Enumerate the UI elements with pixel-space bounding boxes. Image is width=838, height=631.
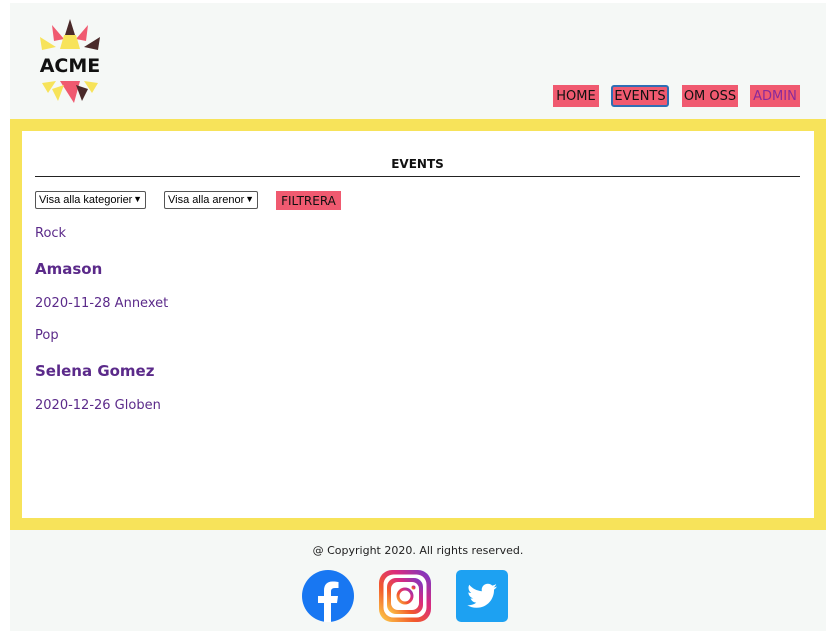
category-select-value: Visa alla kategorier xyxy=(39,194,133,206)
twitter-icon xyxy=(456,570,508,622)
page: ACME HOME EVENTS OM OSS ADMIN EVENTS Vis… xyxy=(10,3,826,631)
copyright-text: @ Copyright 2020. All rights reserved. xyxy=(312,544,524,557)
instagram-link[interactable] xyxy=(379,570,431,622)
nav-home-button[interactable]: HOME xyxy=(553,85,599,107)
svg-text:ACME: ACME xyxy=(40,55,101,77)
nav-om-oss-button[interactable]: OM OSS xyxy=(682,85,738,107)
page-title: EVENTS xyxy=(391,157,444,171)
filter-button[interactable]: FILTRERA xyxy=(276,191,341,210)
arena-select[interactable]: Visa alla arenor ▼ xyxy=(164,191,258,209)
title-divider xyxy=(35,176,800,177)
nav-admin-button[interactable]: ADMIN xyxy=(750,85,800,107)
chevron-down-icon: ▼ xyxy=(133,194,142,204)
event-name[interactable]: Amason xyxy=(35,260,102,278)
event-name[interactable]: Selena Gomez xyxy=(35,362,154,380)
category-select[interactable]: Visa alla kategorier ▼ xyxy=(35,191,146,209)
facebook-icon xyxy=(302,570,354,622)
event-date-venue: 2020-11-28 Annexet xyxy=(35,296,169,311)
event-category: Rock xyxy=(35,226,67,241)
instagram-icon xyxy=(379,570,431,622)
logo-icon: ACME xyxy=(40,19,101,103)
event-category: Pop xyxy=(35,328,59,343)
events-panel: EVENTS Visa alla kategorier ▼ Visa alla … xyxy=(22,131,814,518)
twitter-link[interactable] xyxy=(456,570,508,622)
facebook-link[interactable] xyxy=(302,570,354,622)
arena-select-value: Visa alla arenor xyxy=(168,194,245,206)
main-frame: EVENTS Visa alla kategorier ▼ Visa alla … xyxy=(10,119,826,530)
acme-logo[interactable]: ACME xyxy=(30,17,110,107)
event-date-venue: 2020-12-26 Globen xyxy=(35,398,161,413)
chevron-down-icon: ▼ xyxy=(245,194,254,204)
nav-events-button[interactable]: EVENTS xyxy=(611,85,669,107)
